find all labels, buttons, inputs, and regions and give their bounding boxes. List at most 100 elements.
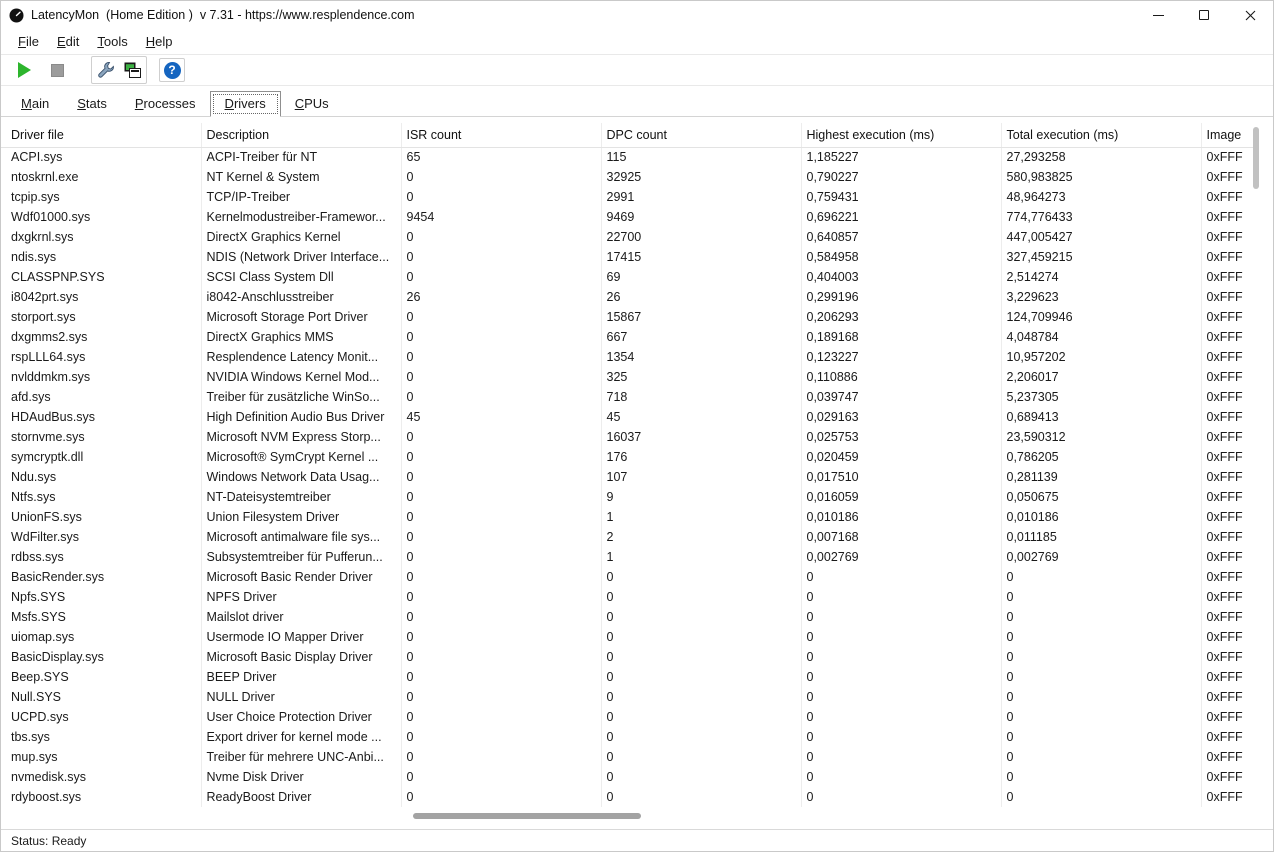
close-button[interactable] — [1227, 1, 1273, 29]
table-row[interactable]: ACPI.sysACPI-Treiber für NT651151,185227… — [1, 147, 1253, 167]
table-row[interactable]: uiomap.sysUsermode IO Mapper Driver00000… — [1, 627, 1253, 647]
table-row[interactable]: rdyboost.sysReadyBoost Driver00000xFFF — [1, 787, 1253, 807]
table-row[interactable]: HDAudBus.sysHigh Definition Audio Bus Dr… — [1, 407, 1253, 427]
start-monitor-button[interactable] — [11, 58, 37, 82]
table-row[interactable]: dxgmms2.sysDirectX Graphics MMS06670,189… — [1, 327, 1253, 347]
table-cell: mup.sys — [1, 747, 201, 767]
table-row[interactable]: UCPD.sysUser Choice Protection Driver000… — [1, 707, 1253, 727]
table-row[interactable]: storport.sysMicrosoft Storage Port Drive… — [1, 307, 1253, 327]
table-row[interactable]: Wdf01000.sysKernelmodustreiber-Framewor.… — [1, 207, 1253, 227]
table-row[interactable]: rdbss.sysSubsystemtreiber für Pufferun..… — [1, 547, 1253, 567]
table-row[interactable]: mup.sysTreiber für mehrere UNC-Anbi...00… — [1, 747, 1253, 767]
tab-stats[interactable]: Stats — [63, 92, 121, 116]
column-header[interactable]: Highest execution (ms) — [801, 123, 1001, 147]
table-cell: 0 — [801, 787, 1001, 807]
table-cell: 0xFFF — [1201, 667, 1253, 687]
column-header[interactable]: Driver file — [1, 123, 201, 147]
table-cell: Windows Network Data Usag... — [201, 467, 401, 487]
table-row[interactable]: BasicDisplay.sysMicrosoft Basic Display … — [1, 647, 1253, 667]
table-cell: 0xFFF — [1201, 167, 1253, 187]
menu-item-tools[interactable]: Tools — [88, 31, 136, 52]
table-row[interactable]: nvmedisk.sysNvme Disk Driver00000xFFF — [1, 767, 1253, 787]
app-icon — [9, 8, 24, 23]
table-cell: Microsoft NVM Express Storp... — [201, 427, 401, 447]
tab-drivers[interactable]: Drivers — [210, 91, 281, 117]
table-cell: 0 — [1001, 687, 1201, 707]
table-cell: 2,514274 — [1001, 267, 1201, 287]
table-cell: Treiber für zusätzliche WinSo... — [201, 387, 401, 407]
table-row[interactable]: ndis.sysNDIS (Network Driver Interface..… — [1, 247, 1253, 267]
vertical-scrollbar-thumb[interactable] — [1253, 127, 1259, 189]
column-header[interactable]: ISR count — [401, 123, 601, 147]
table-cell: User Choice Protection Driver — [201, 707, 401, 727]
table-row[interactable]: tcpip.sysTCP/IP-Treiber029910,75943148,9… — [1, 187, 1253, 207]
table-cell: 0 — [401, 587, 601, 607]
table-row[interactable]: ntoskrnl.exeNT Kernel & System0329250,79… — [1, 167, 1253, 187]
table-cell: 0 — [801, 607, 1001, 627]
tab-cpus[interactable]: CPUs — [281, 92, 343, 116]
column-header[interactable]: Description — [201, 123, 401, 147]
horizontal-scrollbar-thumb[interactable] — [413, 813, 641, 819]
menu-item-edit[interactable]: Edit — [48, 31, 88, 52]
table-cell: 0 — [401, 707, 601, 727]
driver-tools-button[interactable] — [93, 58, 119, 82]
table-cell: Npfs.SYS — [1, 587, 201, 607]
table-row[interactable]: Beep.SYSBEEP Driver00000xFFF — [1, 667, 1253, 687]
minimize-button[interactable] — [1135, 1, 1181, 29]
table-row[interactable]: Ndu.sysWindows Network Data Usag...01070… — [1, 467, 1253, 487]
table-cell: dxgkrnl.sys — [1, 227, 201, 247]
table-row[interactable]: UnionFS.sysUnion Filesystem Driver010,01… — [1, 507, 1253, 527]
column-header[interactable]: Image — [1201, 123, 1253, 147]
tab-processes[interactable]: Processes — [121, 92, 210, 116]
table-cell: 176 — [601, 447, 801, 467]
table-cell: 0xFFF — [1201, 447, 1253, 467]
table-cell: 0 — [801, 567, 1001, 587]
table-cell: Usermode IO Mapper Driver — [201, 627, 401, 647]
table-row[interactable]: Null.SYSNULL Driver00000xFFF — [1, 687, 1253, 707]
table-cell: 0,007168 — [801, 527, 1001, 547]
table-cell: 0 — [601, 767, 801, 787]
table-cell: 0 — [401, 567, 601, 587]
table-cell: 0xFFF — [1201, 467, 1253, 487]
help-button[interactable]: ? — [159, 58, 185, 82]
column-header[interactable]: DPC count — [601, 123, 801, 147]
table-row[interactable]: Ntfs.sysNT-Dateisystemtreiber090,0160590… — [1, 487, 1253, 507]
table-row[interactable]: symcryptk.dllMicrosoft® SymCrypt Kernel … — [1, 447, 1253, 467]
table-row[interactable]: dxgkrnl.sysDirectX Graphics Kernel022700… — [1, 227, 1253, 247]
table-row[interactable]: BasicRender.sysMicrosoft Basic Render Dr… — [1, 567, 1253, 587]
table-cell: 0 — [401, 547, 601, 567]
table-row[interactable]: afd.sysTreiber für zusätzliche WinSo...0… — [1, 387, 1253, 407]
horizontal-scrollbar[interactable] — [1, 811, 1273, 821]
table-cell: Ndu.sys — [1, 467, 201, 487]
table-cell: rdyboost.sys — [1, 787, 201, 807]
copy-windows-button[interactable] — [119, 58, 145, 82]
table-row[interactable]: Npfs.SYSNPFS Driver00000xFFF — [1, 587, 1253, 607]
table-cell: 1 — [601, 507, 801, 527]
table-cell: Null.SYS — [1, 687, 201, 707]
table-row[interactable]: WdFilter.sysMicrosoft antimalware file s… — [1, 527, 1253, 547]
table-cell: tbs.sys — [1, 727, 201, 747]
table-row[interactable]: Msfs.SYSMailslot driver00000xFFF — [1, 607, 1253, 627]
table-row[interactable]: CLASSPNP.SYSSCSI Class System Dll0690,40… — [1, 267, 1253, 287]
table-row[interactable]: i8042prt.sysi8042-Anschlusstreiber26260,… — [1, 287, 1253, 307]
table-cell: 1 — [601, 547, 801, 567]
table-cell: 0 — [1001, 747, 1201, 767]
table-cell: 0 — [1001, 647, 1201, 667]
table-row[interactable]: tbs.sysExport driver for kernel mode ...… — [1, 727, 1253, 747]
table-cell: NT-Dateisystemtreiber — [201, 487, 401, 507]
table-row[interactable]: stornvme.sysMicrosoft NVM Express Storp.… — [1, 427, 1253, 447]
vertical-scrollbar[interactable] — [1252, 125, 1261, 797]
menu-item-file[interactable]: File — [9, 31, 48, 52]
copy-windows-icon — [122, 60, 142, 80]
table-cell: 0 — [401, 347, 601, 367]
menu-item-help[interactable]: Help — [137, 31, 182, 52]
maximize-button[interactable] — [1181, 1, 1227, 29]
table-cell: 32925 — [601, 167, 801, 187]
tab-main[interactable]: Main — [7, 92, 63, 116]
table-cell: rdbss.sys — [1, 547, 201, 567]
stop-monitor-button[interactable] — [44, 58, 70, 82]
table-row[interactable]: rspLLL64.sysResplendence Latency Monit..… — [1, 347, 1253, 367]
column-header[interactable]: Total execution (ms) — [1001, 123, 1201, 147]
table-row[interactable]: nvlddmkm.sysNVIDIA Windows Kernel Mod...… — [1, 367, 1253, 387]
table-cell: BasicDisplay.sys — [1, 647, 201, 667]
